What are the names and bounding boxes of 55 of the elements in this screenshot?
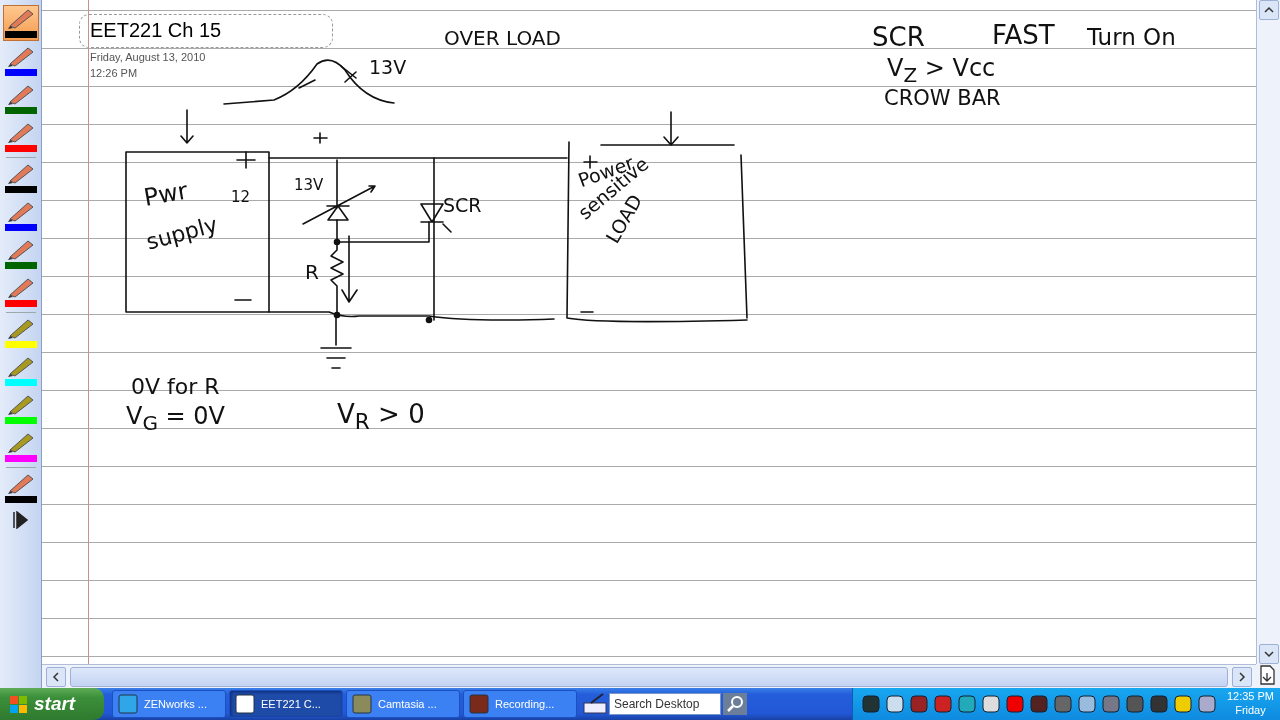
handwritten-note: 0V for R — [131, 376, 220, 398]
tray-icon[interactable] — [1100, 694, 1121, 714]
tray-icon[interactable] — [980, 694, 1001, 714]
handwritten-note: V$_{G}$ = 0V — [126, 404, 225, 433]
handwritten-note: OVER LOAD — [444, 28, 561, 48]
scroll-left-button[interactable] — [46, 666, 66, 687]
search-icon[interactable] — [723, 693, 747, 715]
handwritten-note: Turn On — [1087, 26, 1176, 49]
windows-flag-icon — [8, 694, 28, 714]
taskbar-button[interactable]: Camtasia ... — [346, 690, 460, 718]
tray-icon[interactable] — [932, 694, 953, 714]
handwritten-note: V$_{Z}$ > Vcc — [887, 56, 996, 85]
page-date: Friday, August 13, 2010 — [90, 51, 206, 63]
clock-time[interactable]: 12:35 PM — [1226, 690, 1274, 704]
handwritten-note: 13V — [294, 178, 324, 193]
tray-icon[interactable] — [860, 694, 881, 714]
handwritten-note: R — [305, 262, 319, 282]
handwritten-note: SCR — [443, 196, 482, 215]
app-icon — [352, 694, 372, 714]
handwritten-note: Pwr — [141, 178, 190, 210]
keyboard-icon[interactable] — [583, 693, 607, 715]
tray-icon[interactable] — [884, 694, 905, 714]
handwritten-note: V$_{R}$ > 0 — [337, 401, 425, 433]
handwritten-note: 12 — [231, 190, 251, 205]
app-icon — [235, 694, 255, 714]
page-time: 12:26 PM — [90, 67, 138, 79]
page-title[interactable]: EET221 Ch 15 — [90, 19, 222, 42]
tray-icon[interactable] — [1148, 694, 1169, 714]
handwritten-note: CROW BAR — [884, 88, 1001, 109]
tray-icon[interactable] — [1052, 694, 1073, 714]
handwritten-note: supply — [144, 213, 220, 254]
handwritten-note: SCR — [872, 24, 925, 50]
scrollbar-thumb[interactable] — [70, 666, 1228, 687]
app-icon — [469, 694, 489, 714]
clock-day[interactable]: Friday — [1235, 704, 1266, 718]
tray-icon[interactable] — [1028, 694, 1049, 714]
taskbar-button[interactable]: EET221 C... — [229, 690, 343, 718]
scroll-up-button[interactable] — [1258, 0, 1279, 20]
taskbar-button[interactable]: ZENworks ... — [112, 690, 226, 718]
search-field[interactable]: Search Desktop — [609, 693, 721, 715]
tray-icon[interactable] — [908, 694, 929, 714]
scroll-right-button[interactable] — [1232, 666, 1252, 687]
tray-icon[interactable] — [1076, 694, 1097, 714]
tray-icon[interactable] — [1196, 694, 1217, 714]
tray-icon[interactable] — [1004, 694, 1025, 714]
pen-tool[interactable] — [2, 5, 39, 41]
handwritten-note: FAST — [992, 22, 1055, 48]
taskbar-button[interactable]: Recording... — [463, 690, 577, 718]
handwritten-note: 13V — [369, 58, 407, 77]
tray-icon[interactable] — [1124, 694, 1145, 714]
expand-icon[interactable] — [11, 511, 30, 529]
tray-icon[interactable] — [956, 694, 977, 714]
tray-icon[interactable] — [1172, 694, 1193, 714]
app-icon — [118, 694, 138, 714]
start-button[interactable]: start — [0, 688, 104, 720]
